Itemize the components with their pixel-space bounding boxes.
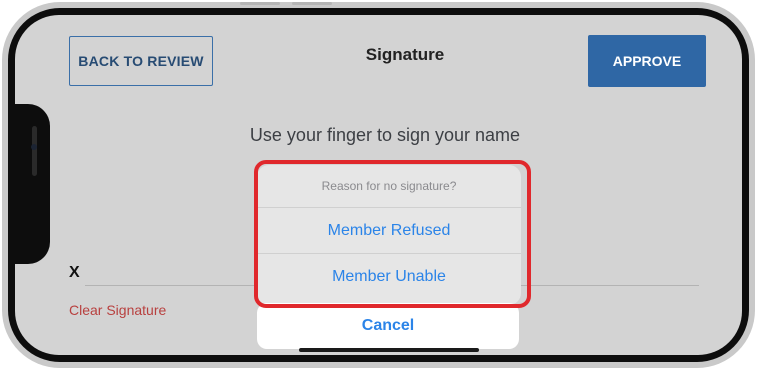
home-indicator [299, 348, 479, 352]
camera-notch [14, 104, 50, 264]
app-screen: BACK TO REVIEW Signature APPROVE Use you… [15, 15, 742, 355]
back-to-review-button[interactable]: BACK TO REVIEW [69, 36, 213, 86]
speaker-grille [32, 126, 37, 176]
approve-button[interactable]: APPROVE [588, 35, 706, 87]
phone-bezel: BACK TO REVIEW Signature APPROVE Use you… [8, 8, 749, 362]
clear-signature-link[interactable]: Clear Signature [69, 302, 166, 318]
camera-icon [31, 144, 37, 150]
volume-button [292, 2, 332, 5]
highlight-outline [254, 160, 531, 308]
signature-x-mark: X [69, 264, 80, 281]
page-title: Signature [365, 45, 445, 64]
cancel-button[interactable]: Cancel [257, 303, 519, 349]
volume-button [240, 2, 280, 5]
signature-instruction: Use your finger to sign your name [249, 125, 521, 145]
phone-frame: BACK TO REVIEW Signature APPROVE Use you… [2, 2, 755, 368]
